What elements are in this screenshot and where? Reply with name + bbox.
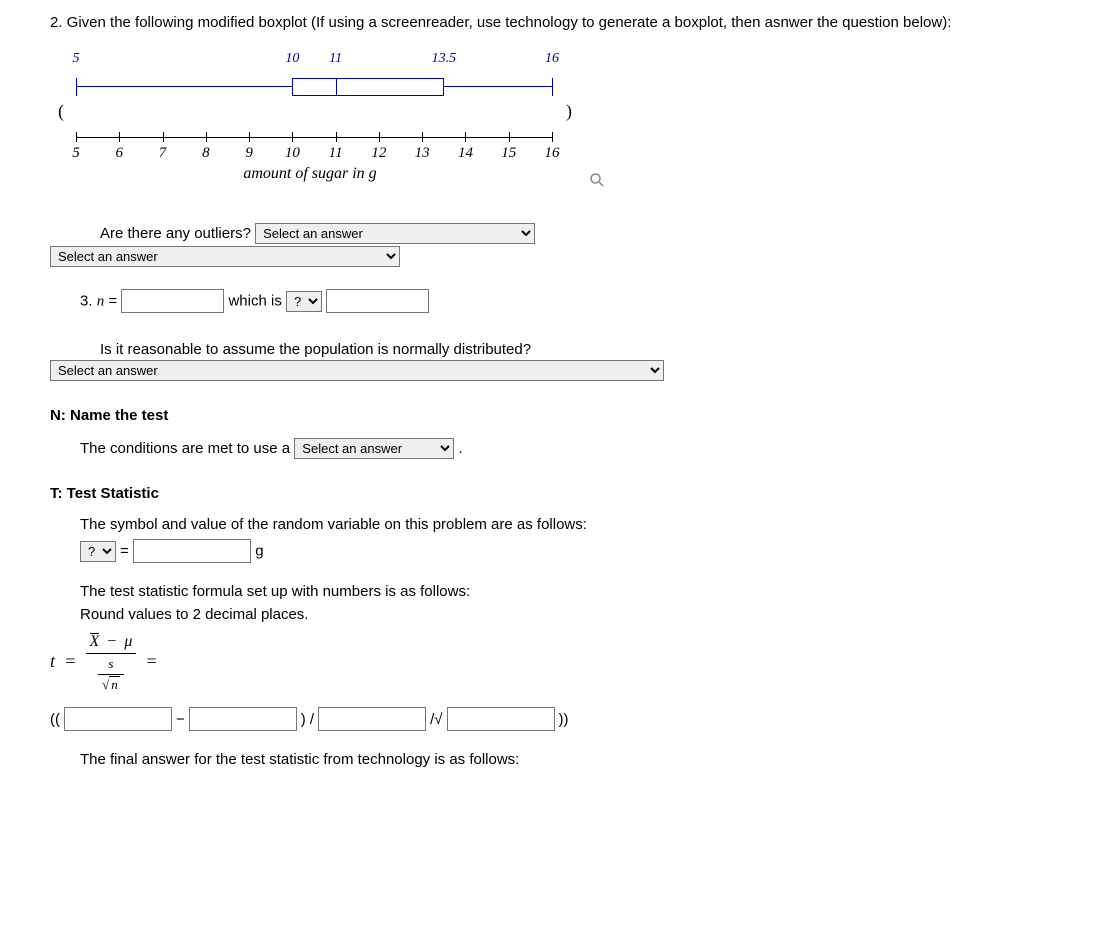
t-formula-inputs: (( − ) / /√ )): [50, 707, 1048, 731]
rv-equals: =: [120, 543, 133, 560]
axis-tick-label: 15: [501, 145, 516, 162]
sqrt-n-input[interactable]: [447, 707, 555, 731]
close-over: ) /: [301, 711, 314, 728]
boxplot-median: [336, 78, 337, 96]
boxplot-box: [292, 78, 443, 96]
axis-tick-label: 14: [458, 145, 473, 162]
q3-equals: =: [104, 293, 121, 310]
axis-tick-label: 16: [545, 145, 560, 162]
boxplot-upper-whisker: [444, 86, 552, 87]
boxplot: 5101113.516()5678910111213141516amount o…: [60, 43, 600, 193]
q2-prompt: 2. Given the following modified boxplot …: [50, 12, 1048, 33]
axis-tick: [206, 132, 207, 142]
boxplot-lower-whisker: [76, 86, 292, 87]
normal-dist-select[interactable]: Select an answer: [50, 360, 664, 381]
rv-symbol-select[interactable]: ?: [80, 541, 116, 562]
mu-input[interactable]: [189, 707, 297, 731]
over-sqrt: /√: [430, 711, 442, 728]
axis-tick: [119, 132, 120, 142]
axis-tick-label: 13: [415, 145, 430, 162]
boxplot-whisker-cap: [76, 78, 77, 96]
rv-value-input[interactable]: [133, 539, 251, 563]
section-t-heading: T: Test Statistic: [50, 485, 1048, 502]
final-ts-label: The final answer for the test statistic …: [80, 751, 1048, 768]
axis-tick-label: 7: [159, 145, 167, 162]
axis-tick: [379, 132, 380, 142]
x-axis-title: amount of sugar in g: [40, 165, 580, 183]
boxplot-whisker-cap: [552, 78, 553, 96]
upper-fence-paren: ): [566, 101, 572, 122]
n-threshold-input[interactable]: [326, 289, 429, 313]
lower-fence-paren: (: [58, 101, 64, 122]
axis-tick: [422, 132, 423, 142]
xbar-input[interactable]: [64, 707, 172, 731]
axis-tick: [163, 132, 164, 142]
axis-tick: [465, 132, 466, 142]
axis-tick: [509, 132, 510, 142]
axis-tick-label: 6: [116, 145, 124, 162]
boxplot-value-label: 10: [285, 51, 299, 67]
axis-tick: [292, 132, 293, 142]
normal-dist-question: Is it reasonable to assume the populatio…: [100, 341, 1048, 358]
outliers-fence-select[interactable]: Select an answer: [50, 246, 400, 267]
rv-unit: g: [255, 543, 263, 560]
paren-close: )): [559, 711, 569, 728]
outliers-question-label: Are there any outliers?: [100, 225, 251, 242]
section-n-heading: N: Name the test: [50, 407, 1048, 424]
formula-intro: The test statistic formula set up with n…: [80, 583, 1048, 600]
q3-label: 3.: [80, 293, 97, 310]
rv-symbol-intro: The symbol and value of the random varia…: [80, 516, 1048, 533]
boxplot-value-label: 5: [73, 51, 80, 67]
conditions-label: The conditions are met to use a: [80, 440, 294, 457]
test-name-select[interactable]: Select an answer: [294, 438, 454, 459]
x-axis: [76, 137, 552, 138]
paren-open: ((: [50, 711, 60, 728]
axis-tick-label: 11: [329, 145, 343, 162]
axis-tick: [249, 132, 250, 142]
s-input[interactable]: [318, 707, 426, 731]
outliers-select[interactable]: Select an answer: [255, 223, 535, 244]
minus-sign: −: [176, 711, 185, 728]
boxplot-value-label: 16: [545, 51, 559, 67]
axis-tick-label: 5: [72, 145, 80, 162]
axis-tick-label: 8: [202, 145, 210, 162]
zoom-icon[interactable]: [588, 171, 606, 193]
boxplot-value-label: 13.5: [432, 51, 457, 67]
t-formula: t = X − μ s √n =: [50, 633, 1048, 693]
n-compare-select[interactable]: ?: [286, 291, 322, 312]
axis-tick-label: 9: [245, 145, 253, 162]
axis-tick: [552, 132, 553, 142]
round-note: Round values to 2 decimal places.: [80, 606, 1048, 623]
which-is-label: which is: [228, 293, 281, 310]
axis-tick-label: 12: [371, 145, 386, 162]
boxplot-value-label: 11: [329, 51, 342, 67]
axis-tick: [76, 132, 77, 142]
axis-tick-label: 10: [285, 145, 300, 162]
axis-tick: [336, 132, 337, 142]
n-input[interactable]: [121, 289, 224, 313]
conditions-period: .: [458, 440, 462, 457]
